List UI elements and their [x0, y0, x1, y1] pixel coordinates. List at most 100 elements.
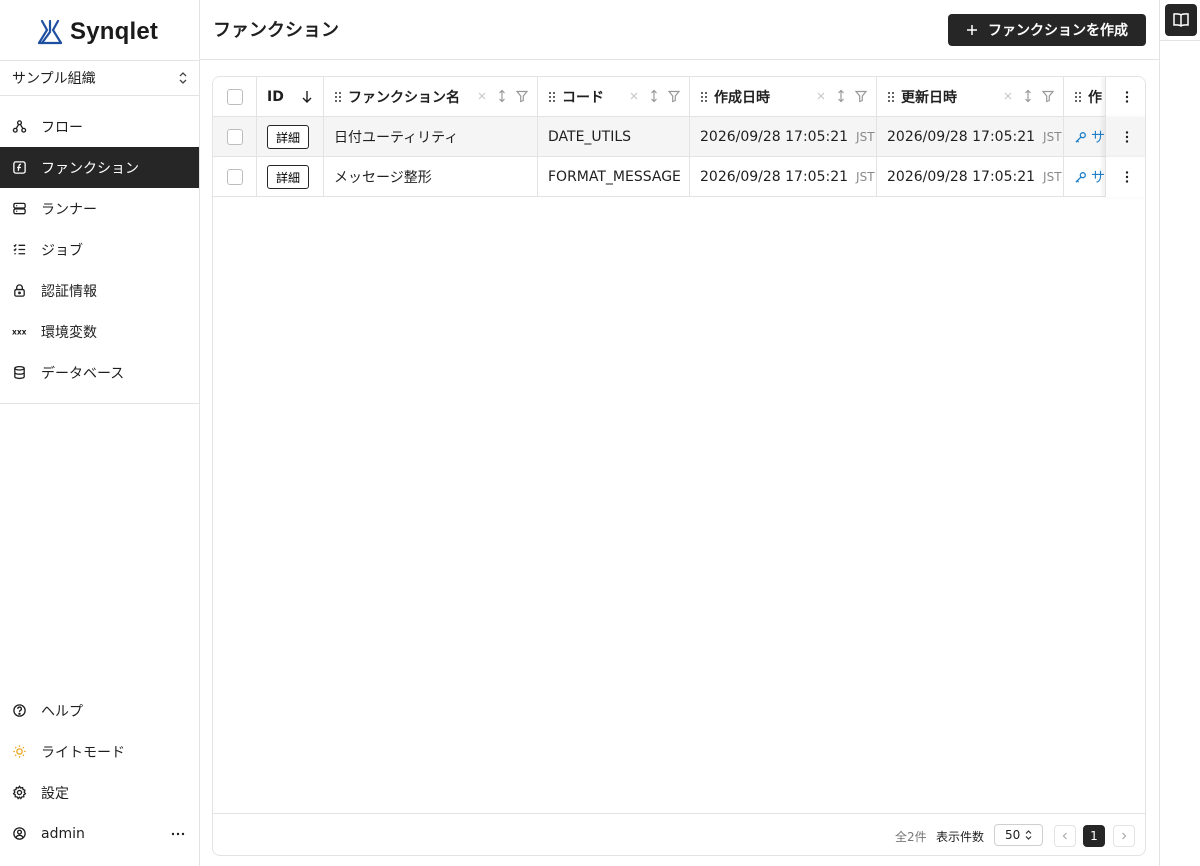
- drag-handle-icon[interactable]: [887, 91, 895, 103]
- select-all-checkbox[interactable]: [226, 89, 243, 105]
- nav-item-label: admin: [41, 825, 85, 842]
- column-code[interactable]: コード: [538, 77, 690, 117]
- nav-item-label: 環境変数: [41, 324, 97, 341]
- row-name: メッセージ整形: [324, 157, 538, 197]
- row-menu[interactable]: [1105, 117, 1145, 157]
- row-created-at-value: 2026/09/28 17:05:21: [700, 169, 849, 185]
- nav-item-env-vars[interactable]: xxx 環境変数: [0, 311, 199, 352]
- prev-page-button[interactable]: [1054, 825, 1076, 847]
- table-row[interactable]: 詳細 メッセージ整形 FORMAT_MESSAGE 2026/09/28 17:…: [213, 157, 1145, 197]
- page-title: ファンクション: [213, 20, 339, 41]
- drag-handle-icon[interactable]: [1074, 91, 1082, 103]
- detail-button[interactable]: 詳細: [267, 165, 310, 189]
- sun-icon: [13, 745, 26, 758]
- header-select-all[interactable]: [213, 77, 257, 117]
- row-id-cell: 詳細: [257, 157, 324, 197]
- row-updated-at-value: 2026/09/28 17:05:21: [887, 129, 1036, 145]
- column-created-by[interactable]: 作: [1064, 77, 1106, 117]
- nav-item-database[interactable]: データベース: [0, 352, 199, 393]
- nav-item-settings[interactable]: 設定: [0, 772, 199, 813]
- created-by-link[interactable]: サ: [1074, 127, 1105, 147]
- page-button-current[interactable]: 1: [1083, 825, 1105, 847]
- nav-item-label: データベース: [41, 365, 125, 382]
- key-icon: [1075, 171, 1086, 183]
- clear-icon[interactable]: [627, 89, 641, 103]
- row-select[interactable]: [213, 117, 257, 157]
- row-code: DATE_UTILS: [538, 117, 690, 157]
- column-name[interactable]: ファンクション名: [324, 77, 538, 117]
- column-updated-at-label: 更新日時: [901, 90, 957, 106]
- sort-icon[interactable]: [834, 89, 848, 103]
- user-icon: [13, 827, 26, 840]
- nav-item-runner[interactable]: ランナー: [0, 188, 199, 229]
- column-name-label: ファンクション名: [348, 90, 460, 106]
- create-function-button[interactable]: ファンクションを作成: [948, 14, 1146, 46]
- filter-icon[interactable]: [667, 89, 681, 103]
- filter-icon[interactable]: [515, 89, 529, 103]
- sort-icon[interactable]: [1021, 89, 1035, 103]
- next-page-button[interactable]: [1113, 825, 1135, 847]
- timezone-label: JST: [1043, 170, 1062, 184]
- created-by-link[interactable]: サ: [1074, 167, 1105, 187]
- row-menu[interactable]: [1105, 157, 1145, 197]
- drag-handle-icon[interactable]: [700, 91, 708, 103]
- sort-icon[interactable]: [495, 89, 509, 103]
- sidebar: Synqlet サンプル組織 フロー ファンクション ランナー ジョブ 認証情報: [0, 0, 200, 866]
- table-row[interactable]: 詳細 日付ユーティリティ DATE_UTILS 2026/09/28 17:05…: [213, 117, 1145, 157]
- more-vertical-icon[interactable]: [1120, 170, 1134, 184]
- nav-item-credentials[interactable]: 認証情報: [0, 270, 199, 311]
- server-icon: [13, 202, 26, 215]
- function-icon: [13, 161, 26, 174]
- column-created-at[interactable]: 作成日時: [690, 77, 877, 117]
- more-vertical-icon[interactable]: [1120, 130, 1134, 144]
- row-updated-at: 2026/09/28 17:05:21 JST: [877, 157, 1064, 197]
- total-count: 全2件: [895, 830, 927, 844]
- row-updated-at-value: 2026/09/28 17:05:21: [887, 169, 1036, 185]
- column-updated-at[interactable]: 更新日時: [877, 77, 1064, 117]
- org-selector[interactable]: サンプル組織: [0, 60, 199, 96]
- nav-item-user[interactable]: admin: [0, 813, 199, 854]
- drag-handle-icon[interactable]: [548, 91, 556, 103]
- more-vertical-icon[interactable]: [1120, 90, 1134, 104]
- clear-icon[interactable]: [1001, 89, 1015, 103]
- nav-item-flow[interactable]: フロー: [0, 106, 199, 147]
- nav-item-job[interactable]: ジョブ: [0, 229, 199, 270]
- app-logo[interactable]: Synqlet: [36, 16, 158, 48]
- nav-item-light-mode[interactable]: ライトモード: [0, 731, 199, 772]
- nav-divider: [0, 403, 199, 404]
- clear-icon[interactable]: [814, 89, 828, 103]
- column-created-at-label: 作成日時: [714, 90, 770, 106]
- drag-handle-icon[interactable]: [334, 91, 342, 103]
- column-menu[interactable]: [1105, 77, 1145, 117]
- chevron-up-down-icon: [179, 72, 187, 84]
- created-by-name: サ: [1091, 170, 1105, 186]
- sort-desc-icon[interactable]: [301, 90, 313, 104]
- timezone-label: JST: [1043, 130, 1062, 144]
- nav-item-label: 設定: [41, 785, 69, 802]
- per-page-select[interactable]: 50: [994, 824, 1043, 846]
- timezone-label: JST: [856, 130, 875, 144]
- row-id-cell: 詳細: [257, 117, 324, 157]
- chevron-up-down-icon: [1025, 830, 1032, 840]
- nav-item-help[interactable]: ヘルプ: [0, 690, 199, 731]
- row-created-by: サ: [1064, 117, 1106, 157]
- clear-icon[interactable]: [475, 89, 489, 103]
- chevron-left-icon: [1062, 832, 1067, 840]
- row-checkbox[interactable]: [226, 169, 243, 185]
- column-id[interactable]: ID: [257, 77, 324, 117]
- sort-icon[interactable]: [647, 89, 661, 103]
- per-page-label: 表示件数: [936, 830, 985, 844]
- more-horizontal-icon[interactable]: [171, 827, 185, 841]
- row-select[interactable]: [213, 157, 257, 197]
- row-created-at: 2026/09/28 17:05:21 JST: [690, 117, 877, 157]
- filter-icon[interactable]: [854, 89, 868, 103]
- column-tools: [814, 89, 868, 103]
- row-created-at: 2026/09/28 17:05:21 JST: [690, 157, 877, 197]
- main-nav: フロー ファンクション ランナー ジョブ 認証情報 xxx 環境変数 データベー…: [0, 106, 199, 393]
- lock-icon: [14, 284, 25, 297]
- nav-item-function[interactable]: ファンクション: [0, 147, 199, 188]
- filter-icon[interactable]: [1041, 89, 1055, 103]
- docs-button[interactable]: [1165, 4, 1197, 36]
- row-checkbox[interactable]: [226, 129, 243, 145]
- detail-button[interactable]: 詳細: [267, 125, 310, 149]
